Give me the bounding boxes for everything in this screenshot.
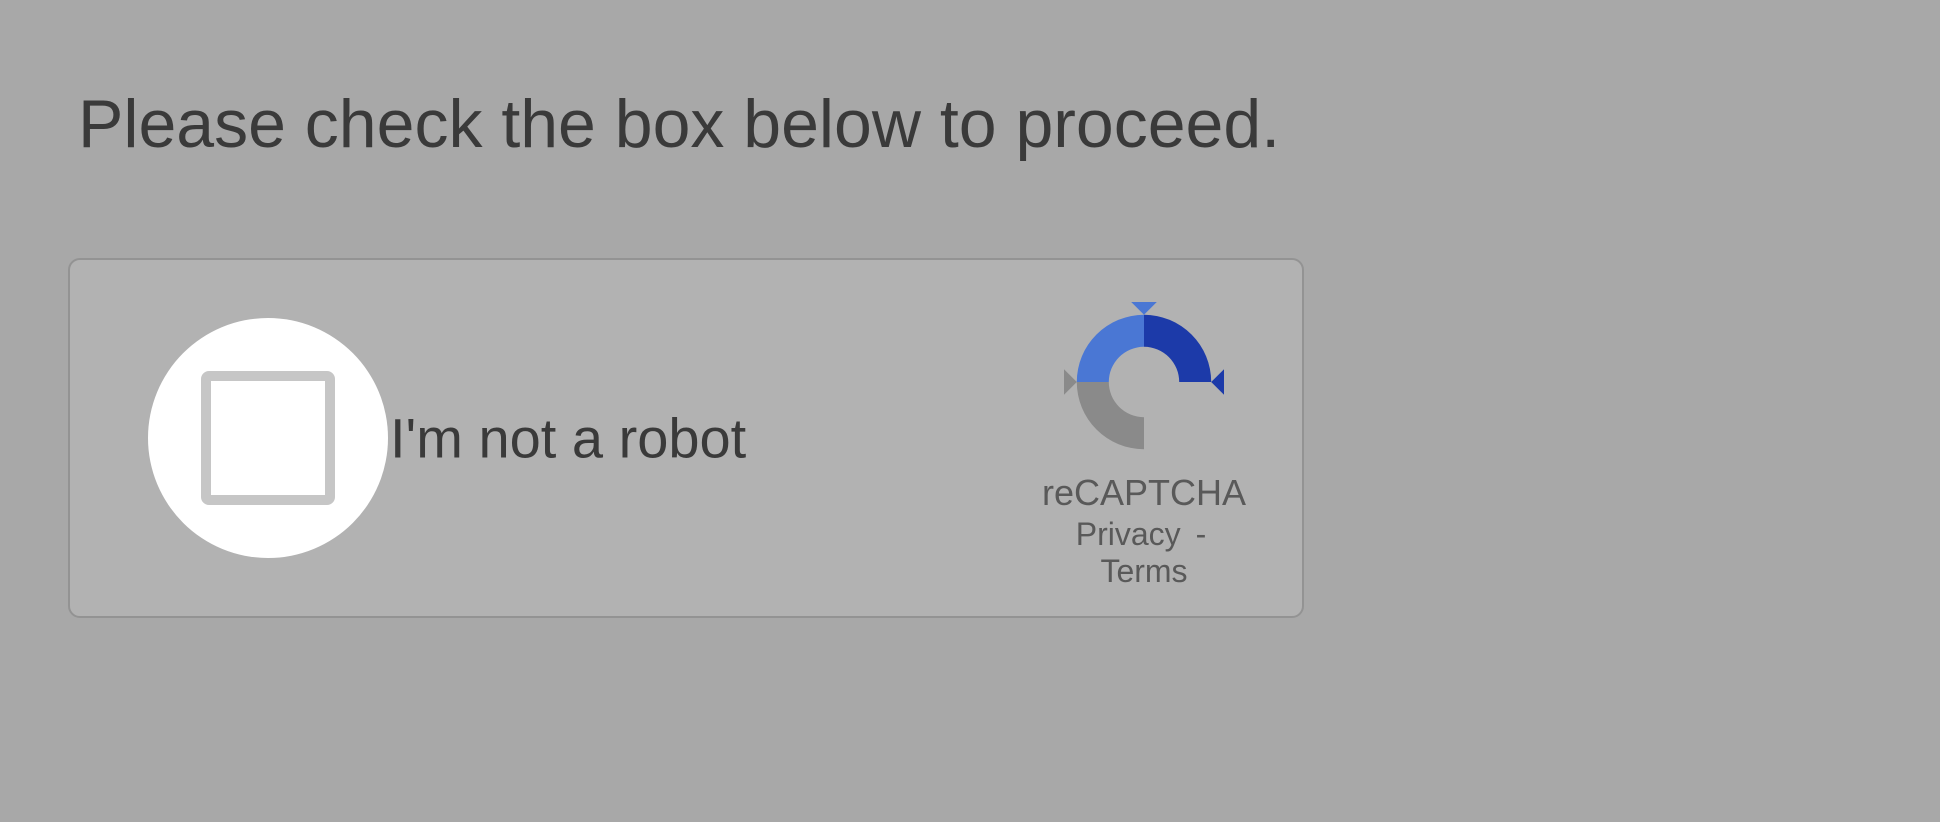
recaptcha-terms-link[interactable]: Terms [1100,553,1187,589]
recaptcha-links: Privacy - Terms [1034,516,1254,590]
recaptcha-checkbox[interactable] [201,371,335,505]
separator: - [1196,516,1207,552]
recaptcha-label: I'm not a robot [390,406,746,471]
recaptcha-widget: I'm not a robot reCAPTCHA Privacy - Term… [68,258,1304,618]
instruction-text: Please check the box below to proceed. [78,85,1280,163]
checkbox-highlight [148,318,388,558]
recaptcha-privacy-link[interactable]: Privacy [1076,516,1181,552]
recaptcha-logo-icon [1064,302,1224,462]
recaptcha-brand: reCAPTCHA Privacy - Terms [1034,302,1254,590]
recaptcha-brand-text: reCAPTCHA [1042,472,1246,514]
